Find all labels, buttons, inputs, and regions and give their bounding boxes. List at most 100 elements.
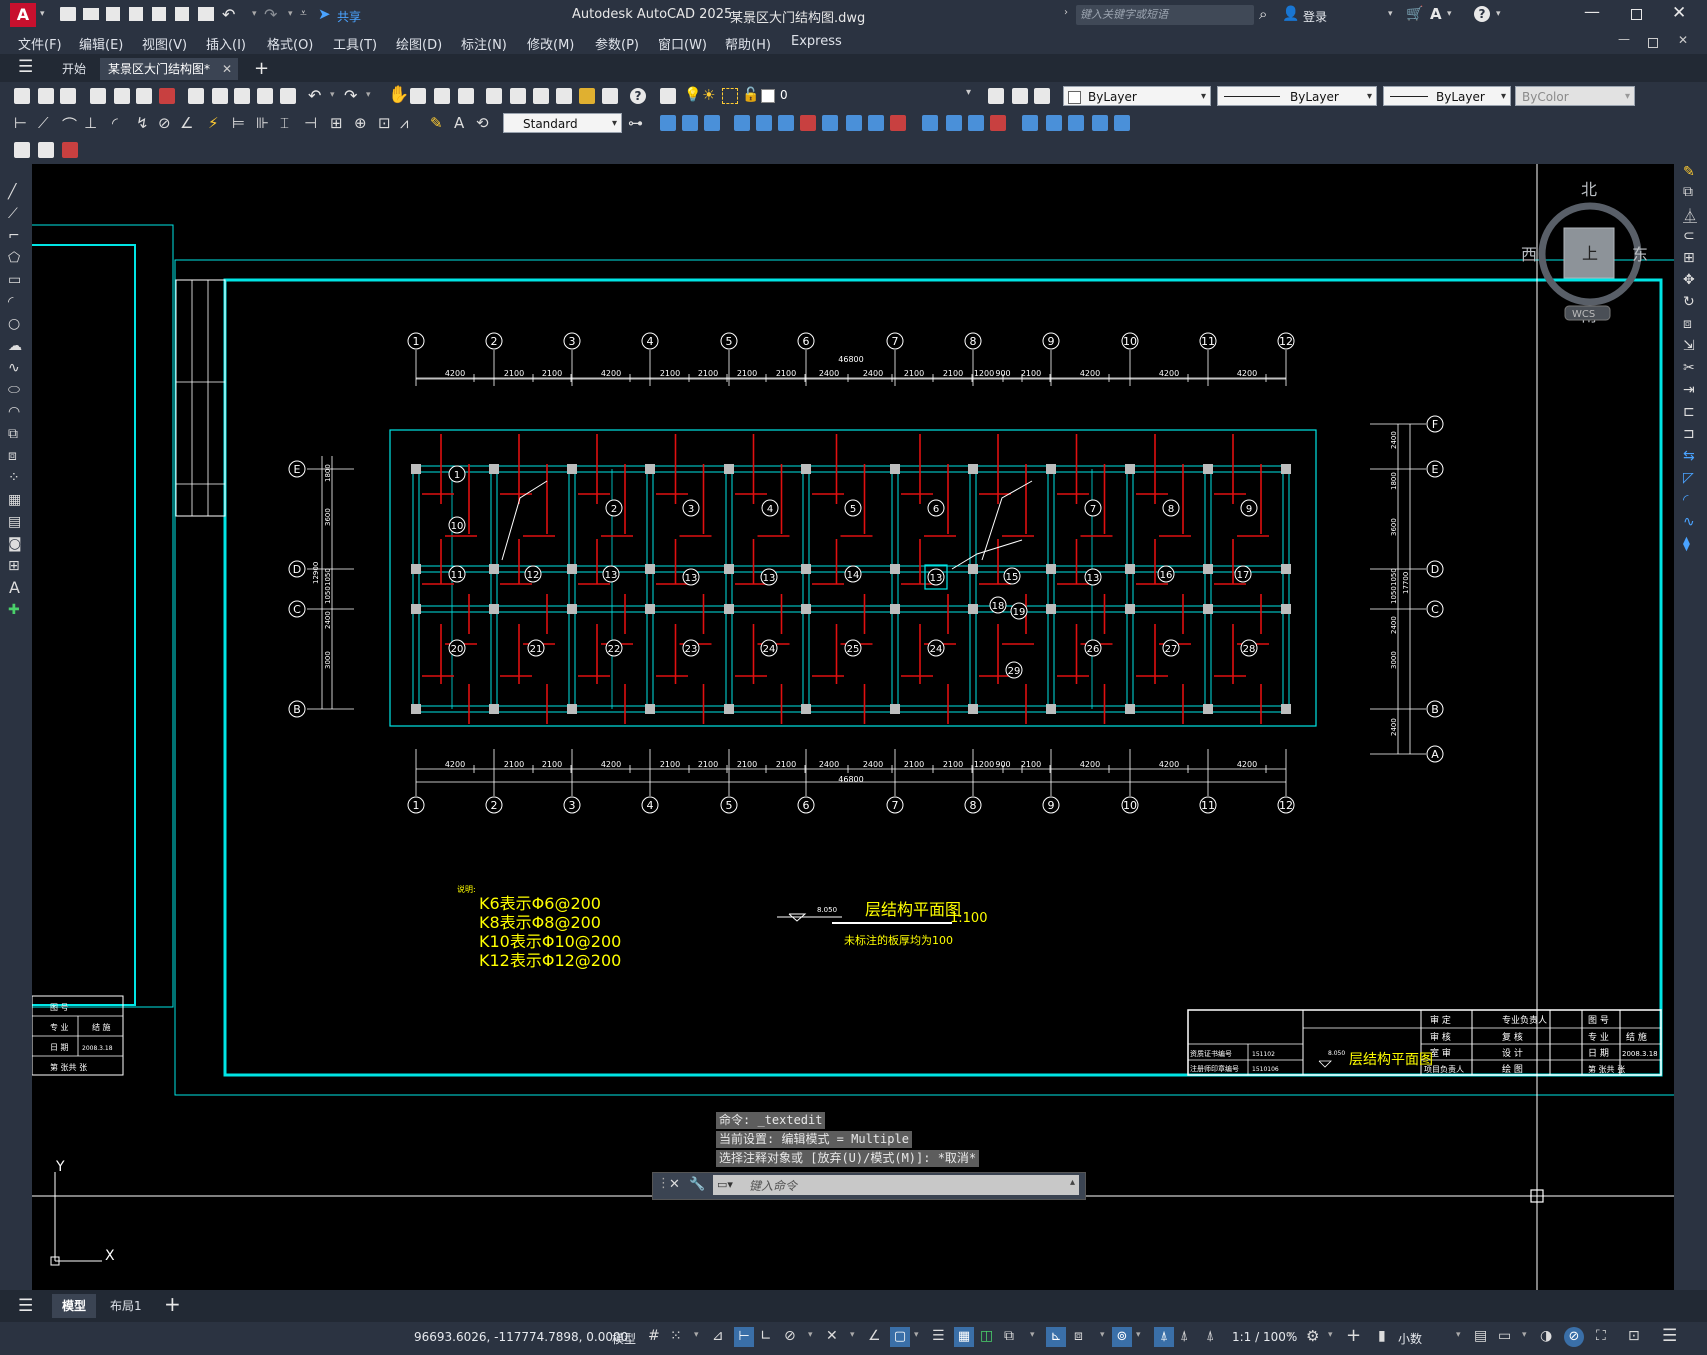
print-icon[interactable] <box>90 88 106 104</box>
share-label[interactable]: 共享 <box>337 8 361 25</box>
lineweight-control[interactable]: ByLayer ▾ <box>1383 86 1511 106</box>
add-selected-icon[interactable]: ✚ <box>8 602 20 618</box>
menu-modify[interactable]: 修改(M) <box>527 34 574 53</box>
polyline-icon[interactable]: ⌐ <box>8 228 20 244</box>
menu-insert[interactable]: 插入(I) <box>206 34 246 53</box>
union-icon[interactable] <box>660 115 676 131</box>
ortho-icon[interactable]: ∟ <box>760 1328 772 1344</box>
isodraft-icon[interactable]: ✕ <box>826 1328 838 1344</box>
cmd-customize-icon[interactable]: 🔧 <box>689 1177 705 1192</box>
doc-restore-icon[interactable] <box>1648 38 1658 48</box>
qnew-icon[interactable] <box>14 88 30 104</box>
quick-dim-icon[interactable]: ⚡ <box>208 114 219 132</box>
undo-list-icon[interactable]: ▾ <box>330 90 335 100</box>
command-input[interactable]: ▭▾ 键入命令 ▴ <box>713 1175 1079 1195</box>
pan-icon[interactable]: ✋ <box>388 85 409 105</box>
linetype-control[interactable]: ByLayer ▾ <box>1217 86 1377 106</box>
tab-active-drawing[interactable]: 某景区大门结构图* ✕ <box>100 58 239 80</box>
layer-on-bulb-icon[interactable]: 💡 <box>684 87 701 103</box>
dynamic-input-icon[interactable]: ⊢ <box>734 1327 754 1347</box>
menu-view[interactable]: 视图(V) <box>142 34 187 53</box>
trim-icon[interactable]: ✂ <box>1683 360 1695 376</box>
menu-window[interactable]: 窗口(W) <box>658 34 707 53</box>
make-current-layer-icon[interactable] <box>988 88 1004 104</box>
color-control[interactable]: ByLayer ▾ <box>1063 86 1211 106</box>
adjust-icon[interactable] <box>62 142 78 158</box>
save-as-icon[interactable] <box>129 7 143 21</box>
check-icon[interactable] <box>1068 115 1084 131</box>
dim-break-icon[interactable]: ⊣ <box>304 114 317 132</box>
dynamic-ucs-icon[interactable]: ⊾ <box>1046 1327 1066 1347</box>
undo-dropdown-icon[interactable]: ▾ <box>252 9 257 19</box>
clip-icon[interactable] <box>38 142 54 158</box>
isodraft-dropdown-icon[interactable]: ▾ <box>850 1330 855 1340</box>
shell-icon[interactable] <box>1046 115 1062 131</box>
redo-list-icon[interactable]: ▾ <box>366 90 371 100</box>
design-center-icon[interactable] <box>510 88 526 104</box>
add-layout-icon[interactable]: + <box>164 1292 181 1316</box>
save-toolbar-icon[interactable] <box>60 88 76 104</box>
layout-menu-icon[interactable]: ☰ <box>18 1296 33 1316</box>
imprint-icon[interactable] <box>968 115 984 131</box>
layer-previous-icon[interactable] <box>1012 88 1028 104</box>
viewcube-top[interactable]: 上 <box>1582 244 1598 263</box>
search-input[interactable]: 键入关键字或短语 <box>1076 5 1254 25</box>
gizmo-icon[interactable]: ⊚ <box>1112 1327 1132 1347</box>
layer-states-icon[interactable] <box>1034 88 1050 104</box>
polar-dropdown-icon[interactable]: ▾ <box>808 1330 813 1340</box>
blend-curves-icon[interactable]: ∿ <box>1683 514 1695 530</box>
menu-edit[interactable]: 编辑(E) <box>79 34 123 53</box>
cmd-close-icon[interactable]: ✕ <box>669 1177 680 1192</box>
hatch-icon[interactable]: ▦ <box>8 492 21 508</box>
share-icon[interactable]: ➤ <box>318 5 331 23</box>
object-snap-icon[interactable]: ▢ <box>890 1327 910 1347</box>
search-expand-icon[interactable]: › <box>1064 7 1068 18</box>
units-dropdown-icon[interactable]: ▾ <box>1456 1330 1461 1340</box>
quickcalc-icon[interactable] <box>602 88 618 104</box>
menu-help[interactable]: 帮助(H) <box>725 34 771 53</box>
zoom-window-icon[interactable] <box>434 88 450 104</box>
autodesk-app-icon[interactable]: A <box>1430 5 1442 23</box>
extrude-faces-icon[interactable] <box>734 115 750 131</box>
chamfer-icon[interactable]: ◸ <box>1683 470 1694 486</box>
doc-close-icon[interactable]: ✕ <box>1678 33 1688 47</box>
tab-close-icon[interactable]: ✕ <box>222 58 232 80</box>
annotation-visibility-icon[interactable]: ⍋ <box>1154 1327 1174 1347</box>
save-web-icon[interactable] <box>175 7 189 21</box>
new-file-icon[interactable] <box>60 7 76 21</box>
object-snap-tracking-icon[interactable]: ∠ <box>868 1328 881 1344</box>
menu-tools[interactable]: 工具(T) <box>333 34 377 53</box>
erase-icon[interactable]: ✎ <box>1683 164 1695 180</box>
make-block-icon[interactable]: ⧈ <box>8 448 17 464</box>
units-value[interactable]: 小数 <box>1398 1330 1422 1347</box>
grid-icon[interactable]: # <box>648 1328 660 1344</box>
login-label[interactable]: 登录 <box>1303 8 1327 25</box>
aligned-dim-icon[interactable]: ⟋ <box>38 114 49 132</box>
model-space-toggle[interactable]: 模型 <box>612 1330 636 1347</box>
zoom-previous-icon[interactable] <box>458 88 474 104</box>
intersect-icon[interactable] <box>704 115 720 131</box>
infer-constraints-icon[interactable]: ⊿ <box>712 1328 724 1344</box>
linear-dim-icon[interactable]: ⊢ <box>14 114 27 132</box>
redo-icon[interactable]: ↷ <box>264 5 277 24</box>
open-web-icon[interactable] <box>152 7 166 21</box>
plot-icon[interactable] <box>198 7 214 21</box>
ellipse-icon[interactable]: ⬭ <box>8 382 20 398</box>
viewcube-west[interactable]: 西 <box>1521 245 1537 264</box>
construction-line-icon[interactable]: ⟋ <box>8 206 18 222</box>
scale-dropdown-icon[interactable]: ▾ <box>1288 1330 1293 1340</box>
properties-icon[interactable] <box>486 88 502 104</box>
menu-dimension[interactable]: 标注(N) <box>461 34 507 53</box>
status-menu-icon[interactable]: ☰ <box>1662 1326 1677 1346</box>
spline-icon[interactable]: ∿ <box>8 360 20 376</box>
menu-express[interactable]: Express <box>791 34 842 49</box>
join-icon[interactable]: ⇆ <box>1683 448 1695 464</box>
help-dropdown-icon[interactable]: ▾ <box>1496 9 1501 19</box>
user-icon[interactable]: 👤 <box>1282 6 1299 22</box>
help-icon[interactable]: ? <box>1474 6 1490 22</box>
polygon-icon[interactable]: ⬠ <box>8 250 20 266</box>
match-properties-icon[interactable] <box>257 88 273 104</box>
viewcube[interactable]: 上 北 南 东 西 WCS <box>1521 180 1648 325</box>
viewcube-east[interactable]: 东 <box>1632 245 1648 264</box>
login-dropdown-icon[interactable]: ▾ <box>1388 9 1393 19</box>
